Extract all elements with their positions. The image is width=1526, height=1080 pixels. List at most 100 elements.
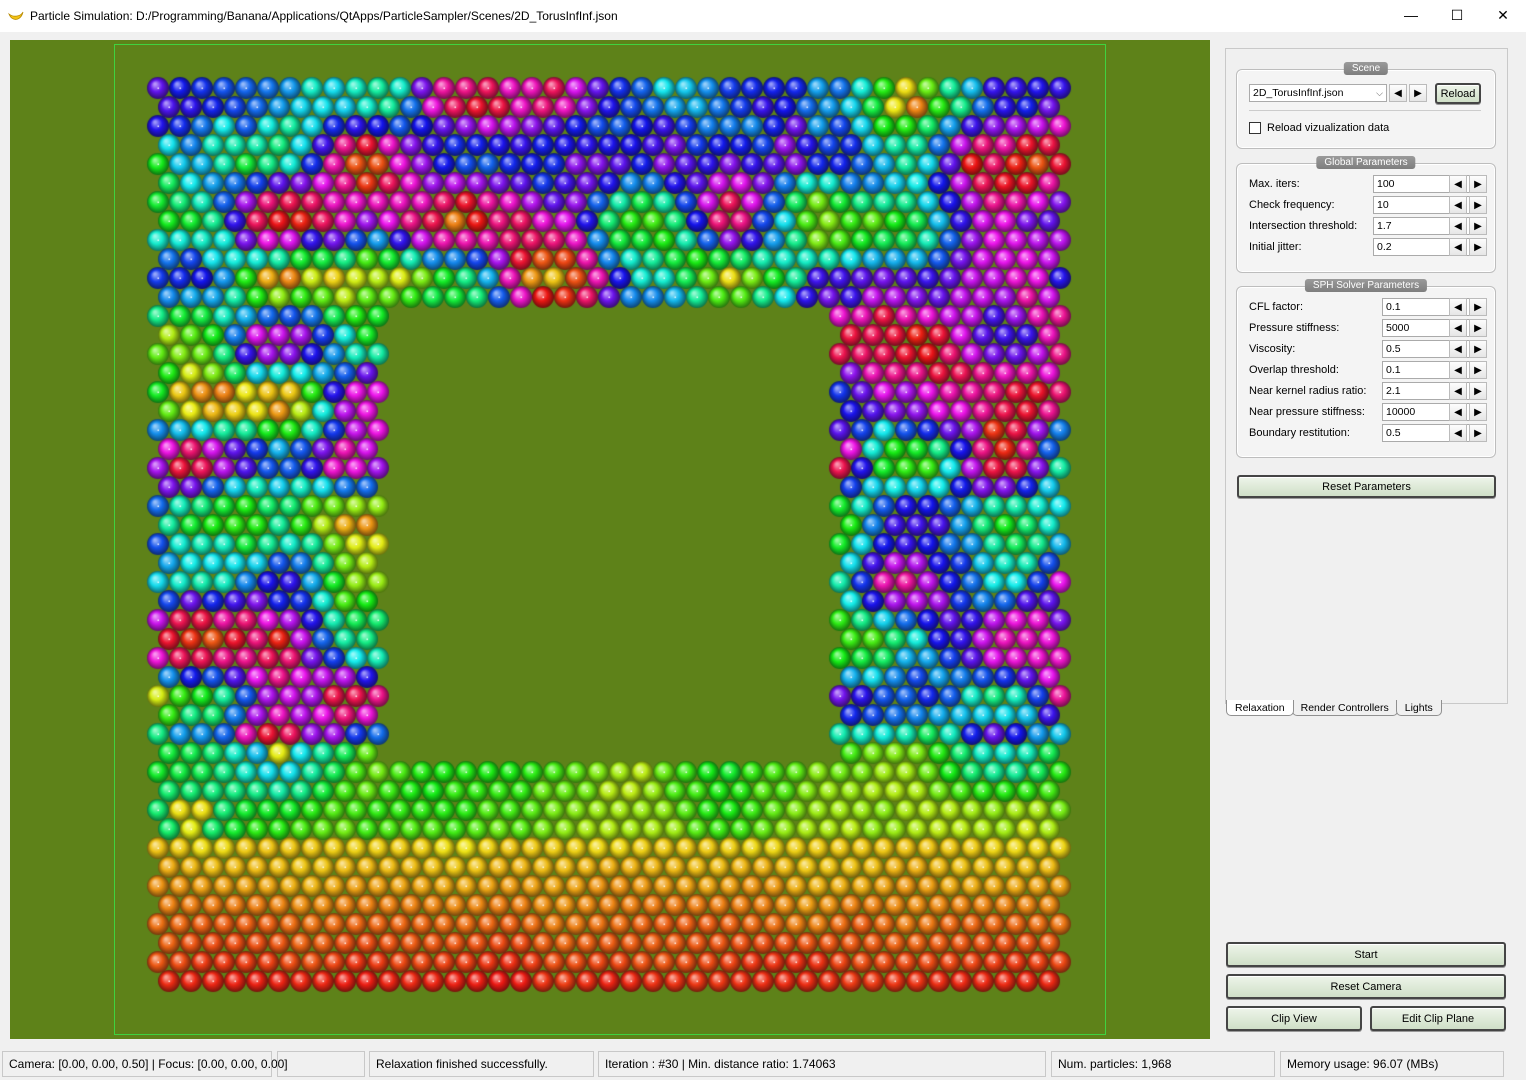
status-memory: Memory usage: 96.07 (MBs)	[1280, 1051, 1504, 1077]
next-scene-button[interactable]: ▶	[1409, 84, 1427, 102]
status-progress	[277, 1051, 365, 1077]
decrement-button[interactable]: ◀	[1449, 403, 1467, 421]
global-value: 1.7	[1377, 220, 1392, 232]
increment-button[interactable]: ▶	[1469, 298, 1487, 316]
increment-button[interactable]: ▶	[1469, 238, 1487, 256]
decrement-button[interactable]: ◀	[1449, 175, 1467, 193]
close-button[interactable]: ✕	[1480, 0, 1526, 30]
minimize-button[interactable]: —	[1388, 0, 1434, 30]
maximize-button[interactable]: ☐	[1434, 0, 1480, 30]
sph-value: 5000	[1386, 322, 1410, 334]
sph-row: Near pressure stiffness:10000⌵◀▶	[1249, 402, 1487, 422]
triangle-left-icon: ◀	[1394, 87, 1402, 99]
triangle-left-icon: ◀	[1454, 427, 1462, 439]
sph-value: 0.1	[1386, 301, 1401, 313]
reload-vis-label: Reload vizualization data	[1267, 122, 1390, 134]
sph-row: Overlap threshold:0.1⌵◀▶	[1249, 360, 1487, 380]
sph-value: 10000	[1386, 406, 1416, 418]
sph-label: Boundary restitution:	[1249, 427, 1350, 439]
reset-camera-button[interactable]: Reset Camera	[1226, 974, 1506, 999]
status-bar: Camera: [0.00, 0.00, 0.50] | Focus: [0.0…	[0, 1048, 1526, 1080]
decrement-button[interactable]: ◀	[1449, 319, 1467, 337]
tab-render-controllers[interactable]: Render Controllers	[1291, 700, 1398, 716]
sph-params-title: SPH Solver Parameters	[1304, 279, 1428, 292]
triangle-right-icon: ▶	[1474, 220, 1482, 232]
decrement-button[interactable]: ◀	[1449, 382, 1467, 400]
triangle-right-icon: ▶	[1474, 322, 1482, 334]
edit-clip-plane-button[interactable]: Edit Clip Plane	[1370, 1006, 1506, 1031]
sph-label: Near kernel radius ratio:	[1249, 385, 1367, 397]
global-label: Check frequency:	[1249, 199, 1335, 211]
sph-row: Pressure stiffness:5000⌵◀▶	[1249, 318, 1487, 338]
decrement-button[interactable]: ◀	[1449, 424, 1467, 442]
triangle-left-icon: ◀	[1454, 199, 1462, 211]
global-label: Intersection threshold:	[1249, 220, 1358, 232]
global-params-group: Global Parameters Max. iters:100⌵◀▶Check…	[1236, 156, 1496, 273]
scene-group-title: Scene	[1343, 62, 1389, 75]
increment-button[interactable]: ▶	[1469, 403, 1487, 421]
global-row: Check frequency:10⌵◀▶	[1249, 195, 1487, 215]
tab-relaxation[interactable]: Relaxation	[1226, 700, 1294, 716]
start-button[interactable]: Start	[1226, 942, 1506, 967]
triangle-left-icon: ◀	[1454, 322, 1462, 334]
decrement-button[interactable]: ◀	[1449, 217, 1467, 235]
increment-button[interactable]: ▶	[1469, 382, 1487, 400]
tab-lights[interactable]: Lights	[1395, 700, 1442, 716]
sph-label: CFL factor:	[1249, 301, 1303, 313]
triangle-right-icon: ▶	[1474, 199, 1482, 211]
triangle-left-icon: ◀	[1454, 385, 1462, 397]
decrement-button[interactable]: ◀	[1449, 340, 1467, 358]
particle-canvas[interactable]	[10, 40, 1210, 1039]
reset-parameters-button[interactable]: Reset Parameters	[1237, 475, 1496, 498]
clip-view-button[interactable]: Clip View	[1226, 1006, 1362, 1031]
decrement-button[interactable]: ◀	[1449, 361, 1467, 379]
settings-panel: Scene 2D_TorusInfInf.json ⌵ ◀ ▶ Reload R…	[1225, 48, 1508, 704]
increment-button[interactable]: ▶	[1469, 319, 1487, 337]
global-row: Intersection threshold:1.7⌵◀▶	[1249, 216, 1487, 236]
triangle-left-icon: ◀	[1454, 343, 1462, 355]
sph-row: Viscosity:0.5⌵◀▶	[1249, 339, 1487, 359]
render-viewport[interactable]	[10, 40, 1210, 1039]
sph-row: Near kernel radius ratio:2.1⌵◀▶	[1249, 381, 1487, 401]
global-value: 100	[1377, 178, 1395, 190]
sph-label: Viscosity:	[1249, 343, 1296, 355]
global-value: 0.2	[1377, 241, 1392, 253]
sph-value: 2.1	[1386, 385, 1401, 397]
increment-button[interactable]: ▶	[1469, 196, 1487, 214]
decrement-button[interactable]: ◀	[1449, 196, 1467, 214]
sph-label: Pressure stiffness:	[1249, 322, 1340, 334]
global-value: 10	[1377, 199, 1389, 211]
global-row: Max. iters:100⌵◀▶	[1249, 174, 1487, 194]
status-iteration: Iteration : #30 | Min. distance ratio: 1…	[598, 1051, 1046, 1077]
sph-value: 0.1	[1386, 364, 1401, 376]
sph-label: Overlap threshold:	[1249, 364, 1339, 376]
decrement-button[interactable]: ◀	[1449, 298, 1467, 316]
increment-button[interactable]: ▶	[1469, 340, 1487, 358]
decrement-button[interactable]: ◀	[1449, 238, 1467, 256]
global-params-title: Global Parameters	[1316, 156, 1416, 169]
sph-value: 0.5	[1386, 343, 1401, 355]
triangle-left-icon: ◀	[1454, 406, 1462, 418]
scene-file-value: 2D_TorusInfInf.json	[1253, 87, 1344, 99]
triangle-right-icon: ▶	[1474, 364, 1482, 376]
triangle-left-icon: ◀	[1454, 178, 1462, 190]
increment-button[interactable]: ▶	[1469, 424, 1487, 442]
prev-scene-button[interactable]: ◀	[1389, 84, 1407, 102]
reload-vis-checkbox[interactable]	[1249, 122, 1261, 134]
triangle-left-icon: ◀	[1454, 220, 1462, 232]
increment-button[interactable]: ▶	[1469, 217, 1487, 235]
triangle-right-icon: ▶	[1474, 178, 1482, 190]
increment-button[interactable]: ▶	[1469, 361, 1487, 379]
scene-divider	[1249, 110, 1481, 111]
increment-button[interactable]: ▶	[1469, 175, 1487, 193]
reload-button[interactable]: Reload	[1435, 83, 1481, 104]
global-row: Initial jitter:0.2⌵◀▶	[1249, 237, 1487, 257]
triangle-right-icon: ▶	[1474, 301, 1482, 313]
global-label: Max. iters:	[1249, 178, 1300, 190]
chevron-down-icon: ⌵	[1376, 88, 1383, 98]
triangle-right-icon: ▶	[1474, 343, 1482, 355]
sph-row: CFL factor:0.1⌵◀▶	[1249, 297, 1487, 317]
global-label: Initial jitter:	[1249, 241, 1302, 253]
triangle-right-icon: ▶	[1474, 385, 1482, 397]
scene-file-select[interactable]: 2D_TorusInfInf.json ⌵	[1249, 84, 1387, 102]
